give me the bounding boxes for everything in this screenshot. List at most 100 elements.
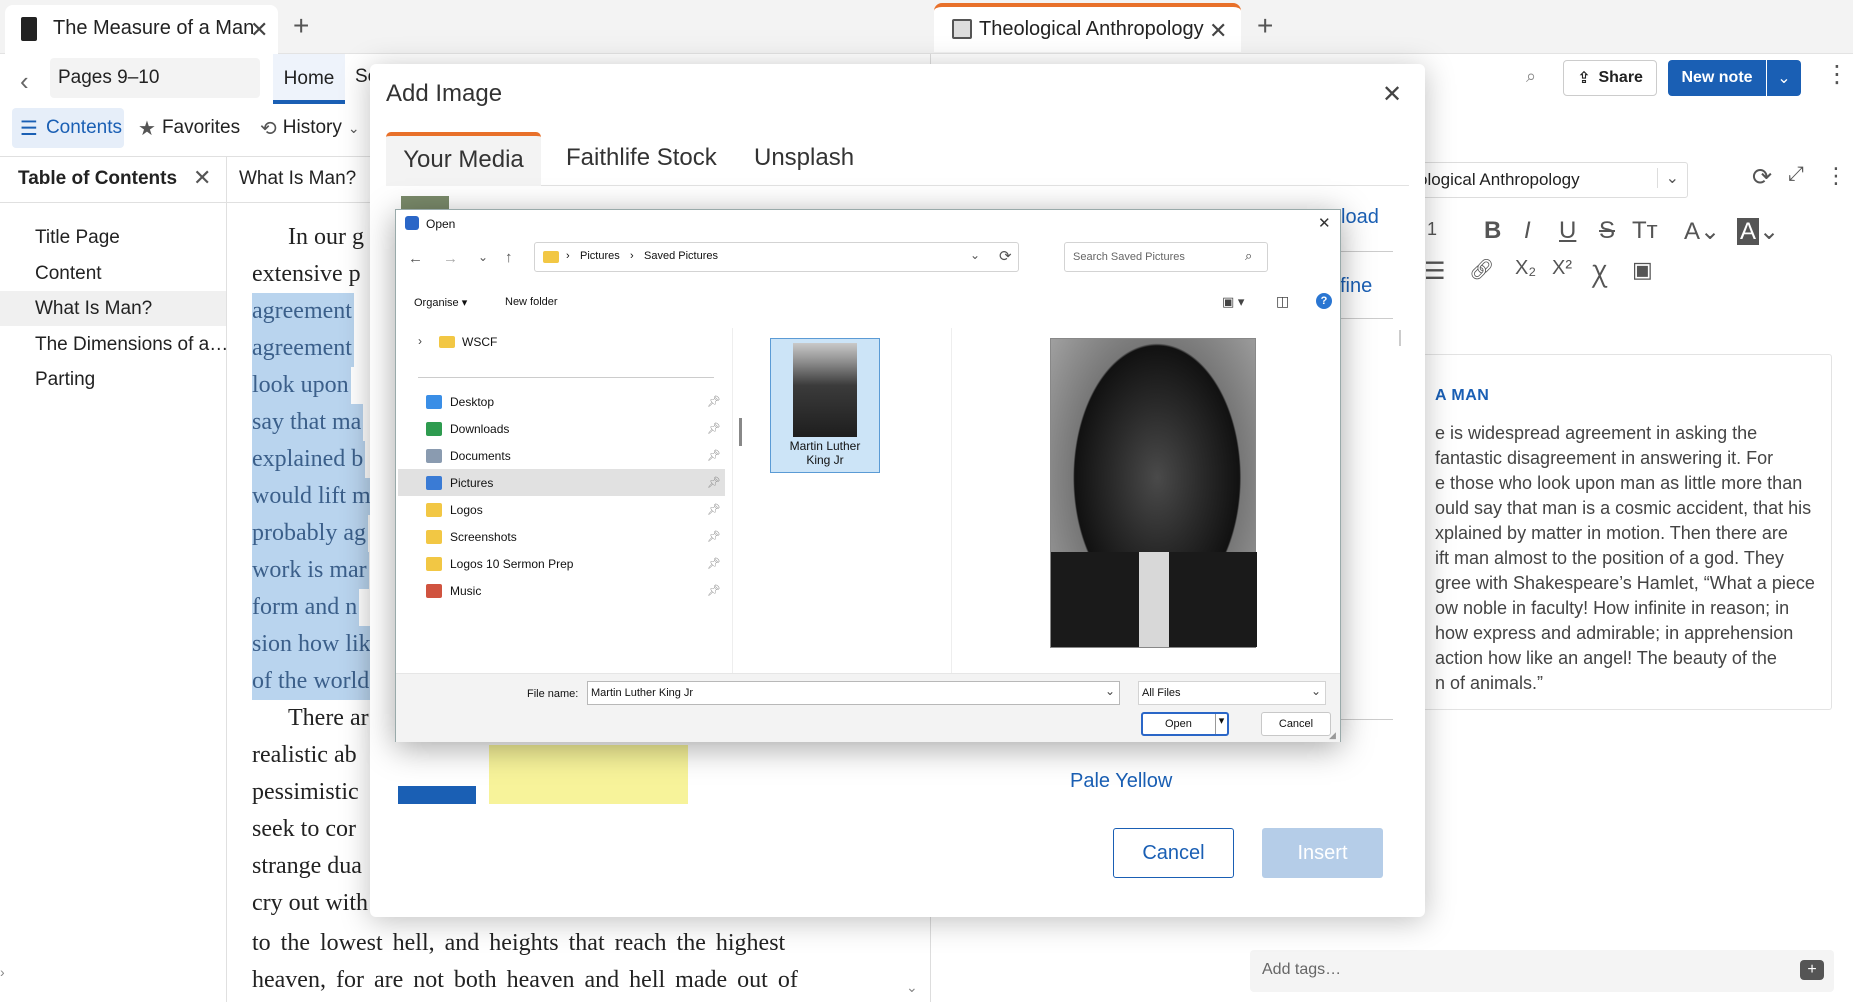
link-icon[interactable]: 🔗︎	[1469, 257, 1494, 282]
pin-icon[interactable]: 📌︎	[707, 584, 721, 597]
page-range-field[interactable]: Pages 9–10	[50, 58, 260, 98]
file-item[interactable]: Martin Luther King Jr	[770, 338, 880, 473]
chevron-down-icon[interactable]: ⌄	[478, 250, 488, 264]
chevron-down-icon[interactable]: ⌄	[906, 979, 918, 996]
pin-icon[interactable]: 📌︎	[707, 476, 721, 489]
highlight-color-icon[interactable]: A ⌄	[1737, 217, 1779, 246]
color-swatch-yellow[interactable]	[489, 745, 688, 804]
nav-item-logos-10-sermon-prep[interactable]: Logos 10 Sermon Prep 📌︎	[398, 550, 725, 577]
more-icon[interactable]: ⋮	[1825, 163, 1847, 189]
chevron-down-icon[interactable]: ⌄	[1105, 684, 1115, 698]
more-icon[interactable]: ⋮	[1825, 60, 1849, 89]
new-tab-button[interactable]: +	[1257, 12, 1273, 40]
tab-your-media[interactable]: Your Media	[386, 132, 541, 186]
search-icon[interactable]: ⌕	[1526, 66, 1536, 87]
tab-theological-anthropology[interactable]: Theological Anthropology ✕	[934, 3, 1241, 52]
view-options-icon[interactable]: ▣ ▾	[1222, 294, 1244, 310]
pin-icon[interactable]: 📌︎	[707, 395, 721, 408]
subscript-icon[interactable]: X₂	[1515, 257, 1536, 280]
pin-icon[interactable]: 📌︎	[707, 557, 721, 570]
toc-item[interactable]: Content	[0, 256, 226, 291]
cancel-button[interactable]: Cancel	[1113, 828, 1234, 878]
breadcrumb-saved-pictures[interactable]: Saved Pictures	[644, 250, 718, 262]
file-name-input[interactable]: Martin Luther King Jr ⌄	[587, 681, 1120, 705]
chevron-right-icon[interactable]: ›	[418, 334, 422, 348]
resize-grip-icon[interactable]: ◢	[1329, 730, 1336, 741]
color-swatch-blue[interactable]	[398, 786, 476, 804]
file-type-select[interactable]: All Files ⌄	[1138, 681, 1326, 705]
pin-icon[interactable]: 📌︎	[707, 530, 721, 543]
nav-item-logos[interactable]: Logos 📌︎	[398, 496, 725, 523]
notebook-selector[interactable]: ological Anthropology ⌄	[1402, 162, 1688, 198]
close-icon[interactable]: ✕	[1382, 80, 1402, 109]
italic-icon[interactable]: I	[1524, 217, 1531, 245]
insert-button[interactable]: Insert	[1262, 828, 1383, 878]
nav-item-screenshots[interactable]: Screenshots 📌︎	[398, 523, 725, 550]
pin-icon[interactable]: 📌︎	[707, 422, 721, 435]
close-icon[interactable]: ✕	[250, 17, 268, 43]
chevron-down-icon[interactable]: ⌄	[970, 248, 980, 262]
open-button[interactable]: Open ▾	[1141, 712, 1229, 736]
strikethrough-icon[interactable]: S	[1599, 217, 1615, 245]
tab-measure-of-a-man[interactable]: The Measure of a Man ✕	[5, 5, 278, 54]
new-folder-button[interactable]: New folder	[505, 296, 558, 308]
back-arrow-icon[interactable]: ←	[408, 250, 423, 267]
preview-pane-icon[interactable]: ◫	[1276, 293, 1289, 310]
tab-faithlife-stock[interactable]: Faithlife Stock	[566, 132, 717, 186]
address-bar[interactable]: › Pictures › Saved Pictures ⌄ ⟳	[534, 242, 1019, 272]
bold-icon[interactable]: B	[1484, 217, 1501, 245]
tags-bar[interactable]: Add tags… +	[1250, 950, 1834, 992]
refresh-icon[interactable]: ⟳	[999, 247, 1012, 265]
share-button[interactable]: ⇪ Share	[1563, 60, 1657, 96]
scrollbar[interactable]	[1399, 330, 1401, 346]
favorites-button[interactable]: ★ Favorites	[138, 108, 240, 148]
help-icon[interactable]: ?	[1316, 293, 1332, 309]
up-arrow-icon[interactable]: ↑	[505, 249, 513, 266]
search-input[interactable]: Search Saved Pictures	[1073, 251, 1185, 263]
toc-item[interactable]: The Dimensions of a…	[0, 327, 226, 362]
new-note-button[interactable]: New note	[1668, 60, 1766, 96]
toc-item[interactable]: Parting	[0, 362, 226, 397]
organise-menu[interactable]: Organise ▾	[414, 296, 467, 309]
tab-home[interactable]: Home	[273, 54, 345, 104]
expand-handle-icon[interactable]: ›	[0, 964, 5, 980]
underline-icon[interactable]: U	[1559, 217, 1576, 245]
superscript-icon[interactable]: X²	[1552, 257, 1572, 280]
add-tag-icon[interactable]: +	[1800, 960, 1824, 980]
indent-icon[interactable]: ☰	[1424, 257, 1446, 286]
pin-icon[interactable]: 📌︎	[707, 449, 721, 462]
contents-button[interactable]: ☰ Contents	[12, 108, 124, 148]
tags-input[interactable]: Add tags…	[1262, 961, 1341, 979]
new-note-menu-button[interactable]: ⌄	[1767, 60, 1801, 96]
close-icon[interactable]: ✕	[193, 165, 211, 191]
note-card[interactable]: A MAN e is widespread agreement in askin…	[1392, 354, 1832, 710]
open-menu-chevron[interactable]: ▾	[1215, 714, 1227, 734]
sync-icon[interactable]: ⟳	[1752, 163, 1772, 192]
pin-icon[interactable]: 📌︎	[707, 503, 721, 516]
new-tab-button[interactable]: +	[293, 12, 309, 40]
nav-item-music[interactable]: Music 📌︎	[398, 577, 725, 604]
clear-format-icon[interactable]: Ꭓ	[1592, 257, 1608, 290]
tree-folder-wscf[interactable]: WSCF	[462, 335, 497, 349]
upload-button[interactable]: load	[1341, 206, 1379, 229]
nav-item-documents[interactable]: Documents 📌︎	[398, 442, 725, 469]
font-color-icon[interactable]: A⌄	[1684, 217, 1720, 246]
refine-button[interactable]: fine	[1340, 275, 1372, 298]
nav-item-desktop[interactable]: Desktop 📌︎	[398, 388, 725, 415]
tab-unsplash[interactable]: Unsplash	[754, 132, 854, 186]
insert-image-icon[interactable]: ▣	[1632, 257, 1653, 283]
nav-item-downloads[interactable]: Downloads 📌︎	[398, 415, 725, 442]
back-icon[interactable]: ‹	[20, 66, 29, 97]
breadcrumb-pictures[interactable]: Pictures	[580, 250, 620, 262]
text-size-icon[interactable]: Tт	[1632, 217, 1658, 245]
toc-item[interactable]: Title Page	[0, 220, 226, 255]
history-button[interactable]: ⟲ History ⌄	[260, 108, 360, 148]
font-size-select[interactable]: 1	[1427, 219, 1437, 240]
nav-item-pictures[interactable]: Pictures 📌︎	[398, 469, 725, 496]
cancel-button[interactable]: Cancel	[1261, 712, 1331, 736]
scrollbar-thumb[interactable]	[739, 418, 742, 446]
forward-arrow-icon[interactable]: →	[443, 250, 458, 267]
close-icon[interactable]: ✕	[1318, 214, 1331, 232]
close-icon[interactable]: ✕	[1209, 18, 1227, 44]
toc-item[interactable]: What Is Man?	[0, 291, 226, 326]
